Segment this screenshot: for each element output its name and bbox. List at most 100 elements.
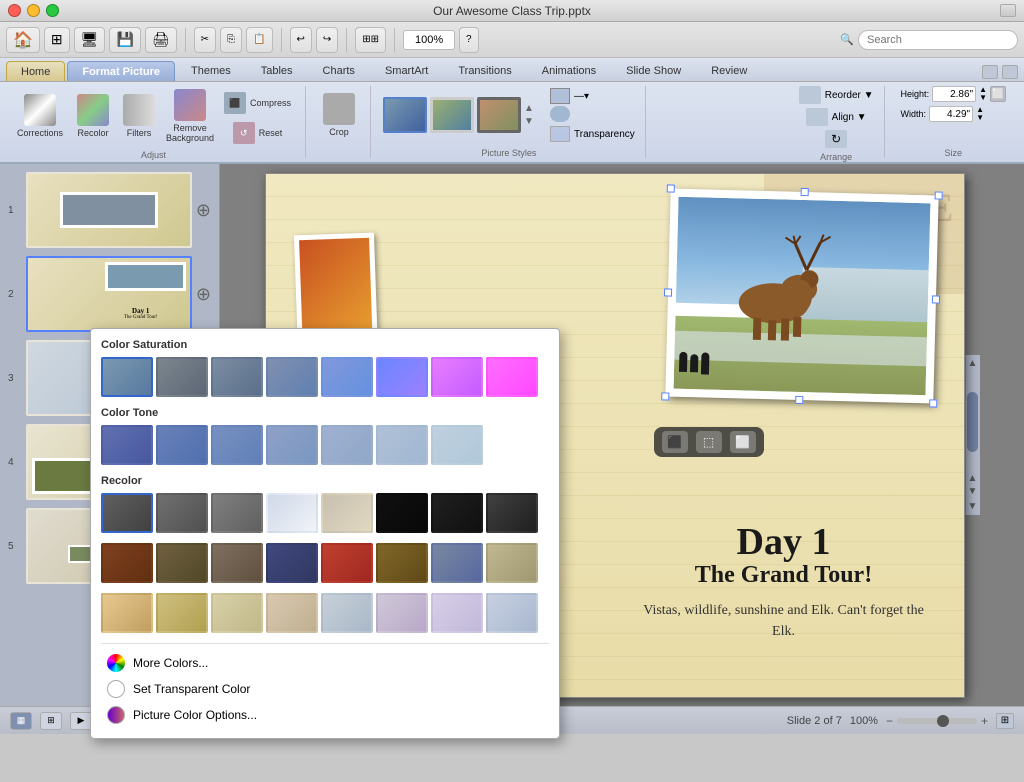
saturation-swatch-3[interactable] xyxy=(211,357,263,397)
recolor-swatch-22[interactable] xyxy=(376,593,428,633)
width-input[interactable] xyxy=(929,106,973,122)
ribbon-options[interactable] xyxy=(1002,65,1018,79)
align-button[interactable]: Align ▼ xyxy=(806,108,867,126)
normal-view-btn[interactable]: ▦ xyxy=(10,712,32,730)
picture-color-options-item[interactable]: Picture Color Options... xyxy=(101,702,549,728)
recolor-swatch-24[interactable] xyxy=(486,593,538,633)
tab-home[interactable]: Home xyxy=(6,61,65,81)
paste-button[interactable]: 📋 xyxy=(246,27,272,53)
recolor-swatch-4[interactable] xyxy=(266,493,318,533)
recolor-swatch-14[interactable] xyxy=(376,543,428,583)
recolor-swatch-10[interactable] xyxy=(156,543,208,583)
pic-style-2[interactable] xyxy=(430,97,474,133)
zoom-input[interactable] xyxy=(403,30,455,50)
recolor-swatch-18[interactable] xyxy=(156,593,208,633)
search-input[interactable] xyxy=(858,30,1018,50)
height-stepper[interactable]: ▲ ▼ xyxy=(979,86,987,102)
saturation-swatch-7[interactable] xyxy=(431,357,483,397)
saturation-swatch-4[interactable] xyxy=(266,357,318,397)
redo-button[interactable]: ↪ xyxy=(316,27,338,53)
fit-slide-btn[interactable]: ⊞ xyxy=(996,713,1014,729)
recolor-swatch-20[interactable] xyxy=(266,593,318,633)
toolbar-btn-1[interactable]: 🏠 xyxy=(6,27,40,53)
copy-button[interactable]: ⎘ xyxy=(220,27,242,53)
remote-btn[interactable]: ⊞⊞ xyxy=(355,27,386,53)
saturation-swatch-8[interactable] xyxy=(486,357,538,397)
remove-background-button[interactable]: Remove Background xyxy=(164,86,216,146)
tone-swatch-2[interactable] xyxy=(156,425,208,465)
slide-thumb-1[interactable] xyxy=(26,172,192,248)
tone-swatch-4[interactable] xyxy=(266,425,318,465)
crop-button[interactable]: Crop xyxy=(318,90,360,140)
compress-button[interactable]: ⬛ Compress xyxy=(220,90,295,116)
tab-animations[interactable]: Animations xyxy=(528,61,610,81)
pic-style-1[interactable] xyxy=(383,97,427,133)
picture-border-btn[interactable]: —▾ xyxy=(550,88,635,104)
recolor-swatch-13[interactable] xyxy=(321,543,373,583)
presenter-view-btn[interactable]: ▶ xyxy=(70,712,92,730)
recolor-swatch-23[interactable] xyxy=(431,593,483,633)
slide-2-add[interactable]: ⊕ xyxy=(196,284,211,305)
tab-slideshow[interactable]: Slide Show xyxy=(612,61,695,81)
handle-bl[interactable] xyxy=(661,392,669,400)
reset-button[interactable]: ↺ Reset xyxy=(220,120,295,146)
recolor-swatch-8[interactable] xyxy=(486,493,538,533)
zoom-in-btn[interactable]: + xyxy=(981,714,988,728)
tone-swatch-3[interactable] xyxy=(211,425,263,465)
expand-button[interactable] xyxy=(1000,4,1016,17)
recolor-swatch-19[interactable] xyxy=(211,593,263,633)
corrections-button[interactable]: Corrections xyxy=(12,91,68,141)
handle-bm[interactable] xyxy=(795,395,803,403)
recolor-swatch-7[interactable] xyxy=(431,493,483,533)
recolor-swatch-9[interactable] xyxy=(101,543,153,583)
more-colors-item[interactable]: More Colors... xyxy=(101,650,549,676)
recolor-swatch-15[interactable] xyxy=(431,543,483,583)
scroll-thumb[interactable] xyxy=(967,392,978,452)
print-button[interactable]: 🖨 xyxy=(145,27,177,53)
right-scrollbar[interactable]: ▲ ▲ ▼ ▼ xyxy=(965,355,980,515)
recolor-swatch-11[interactable] xyxy=(211,543,263,583)
elk-photo-frame[interactable] xyxy=(665,188,938,403)
tab-charts[interactable]: Charts xyxy=(309,61,369,81)
tone-swatch-1[interactable] xyxy=(101,425,153,465)
handle-br[interactable] xyxy=(929,399,937,407)
recolor-swatch-3[interactable] xyxy=(211,493,263,533)
recolor-swatch-12[interactable] xyxy=(266,543,318,583)
handle-ml[interactable] xyxy=(663,288,671,296)
zoom-out-btn[interactable]: − xyxy=(886,714,893,728)
width-stepper[interactable]: ▲ ▼ xyxy=(976,106,984,122)
filters-button[interactable]: Filters xyxy=(118,91,160,141)
saturation-swatch-6[interactable] xyxy=(376,357,428,397)
recolor-swatch-17[interactable] xyxy=(101,593,153,633)
save-button[interactable]: 💾 xyxy=(109,27,140,53)
pic-style-scroll[interactable]: ▲ ▼ xyxy=(524,99,540,131)
float-btn-3[interactable]: ⬜ xyxy=(730,431,756,453)
picture-effects-btn[interactable] xyxy=(550,106,635,122)
recolor-swatch-5[interactable] xyxy=(321,493,373,533)
handle-mr[interactable] xyxy=(931,295,939,303)
saturation-swatch-2[interactable] xyxy=(156,357,208,397)
window-controls[interactable] xyxy=(8,4,59,17)
grid-view-btn[interactable]: ⊞ xyxy=(40,712,62,730)
tab-smartart[interactable]: SmartArt xyxy=(371,61,442,81)
close-button[interactable] xyxy=(8,4,21,17)
pic-style-3[interactable] xyxy=(477,97,521,133)
tone-swatch-6[interactable] xyxy=(376,425,428,465)
scroll-step-up[interactable]: ▲ xyxy=(967,472,979,485)
recolor-swatch-2[interactable] xyxy=(156,493,208,533)
maximize-button[interactable] xyxy=(46,4,59,17)
toolbar-btn-3[interactable]: 🖥 xyxy=(74,27,106,53)
scroll-down[interactable]: ▼ xyxy=(965,498,981,515)
minimize-button[interactable] xyxy=(27,4,40,17)
recolor-swatch-16[interactable] xyxy=(486,543,538,583)
tab-format-picture[interactable]: Format Picture xyxy=(67,61,175,81)
scroll-up[interactable]: ▲ xyxy=(965,355,981,372)
reorder-button[interactable]: Reorder ▼ xyxy=(799,86,874,104)
slide-1-add[interactable]: ⊕ xyxy=(196,200,211,221)
tab-tables[interactable]: Tables xyxy=(247,61,307,81)
tab-themes[interactable]: Themes xyxy=(177,61,245,81)
set-transparent-item[interactable]: Set Transparent Color xyxy=(101,676,549,702)
handle-tl[interactable] xyxy=(666,184,674,192)
toolbar-btn-2[interactable]: ⊞ xyxy=(44,27,70,53)
saturation-swatch-1[interactable] xyxy=(101,357,153,397)
